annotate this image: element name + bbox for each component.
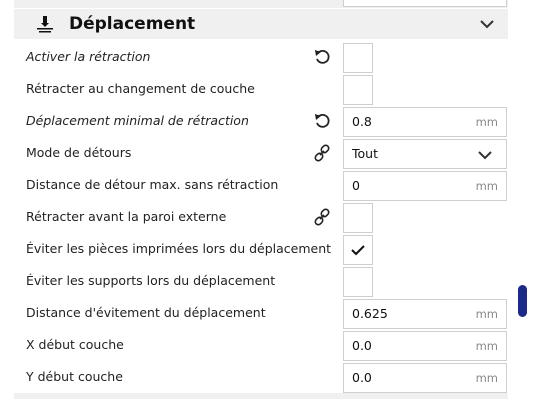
travel-category-icon bbox=[37, 16, 53, 33]
setting-row: X début couche 0.0 mm bbox=[0, 329, 545, 361]
reset-icon[interactable] bbox=[313, 112, 331, 130]
unit-label: mm bbox=[475, 371, 498, 385]
setting-dropdown[interactable]: Tout bbox=[343, 139, 507, 169]
setting-checkbox[interactable] bbox=[343, 75, 373, 105]
setting-number-input[interactable]: 0.0 mm bbox=[343, 363, 507, 393]
unit-label: mm bbox=[475, 307, 498, 321]
setting-row: Éviter les pièces imprimées lors du dépl… bbox=[0, 233, 545, 265]
setting-row: Éviter les supports lors du déplacement bbox=[0, 265, 545, 297]
setting-row: Mode de détours Tout bbox=[0, 137, 545, 169]
setting-value: 0.625 bbox=[352, 306, 388, 321]
setting-row: Distance d'évitement du déplacement 0.625… bbox=[0, 297, 545, 329]
setting-row: Distance de détour max. sans rétraction 0… bbox=[0, 169, 545, 201]
setting-checkbox[interactable] bbox=[343, 235, 373, 265]
previous-input-edge[interactable] bbox=[343, 0, 507, 7]
setting-checkbox[interactable] bbox=[343, 43, 373, 73]
checkmark-icon bbox=[351, 245, 365, 256]
setting-label: Activer la rétraction bbox=[26, 49, 151, 64]
setting-checkbox[interactable] bbox=[343, 267, 373, 297]
setting-value: Tout bbox=[352, 146, 378, 161]
collapse-chevron-icon[interactable] bbox=[479, 18, 495, 30]
link-icon[interactable] bbox=[313, 208, 331, 226]
section-title: Déplacement bbox=[69, 14, 196, 34]
setting-checkbox[interactable] bbox=[343, 203, 373, 233]
setting-value: 0.0 bbox=[352, 338, 372, 353]
setting-value: 0.8 bbox=[352, 114, 372, 129]
setting-number-input[interactable]: 0 mm bbox=[343, 171, 507, 201]
setting-row: Rétracter au changement de couche bbox=[0, 73, 545, 105]
setting-row: Activer la rétraction bbox=[0, 41, 545, 73]
setting-row: Y début couche 0.0 mm bbox=[0, 361, 545, 393]
link-icon[interactable] bbox=[313, 144, 331, 162]
setting-label: X début couche bbox=[26, 337, 124, 352]
setting-number-input[interactable]: 0.8 mm bbox=[343, 107, 507, 137]
setting-label: Distance de détour max. sans rétraction bbox=[26, 177, 279, 192]
setting-label: Distance d'évitement du déplacement bbox=[26, 305, 266, 320]
setting-number-input[interactable]: 0.0 mm bbox=[343, 331, 507, 361]
setting-label: Déplacement minimal de rétraction bbox=[26, 113, 249, 128]
chevron-down-icon bbox=[478, 151, 492, 160]
unit-label: mm bbox=[475, 179, 498, 193]
unit-label: mm bbox=[475, 339, 498, 353]
setting-label: Rétracter au changement de couche bbox=[26, 81, 255, 96]
scrollbar-thumb[interactable] bbox=[518, 285, 527, 317]
reset-icon[interactable] bbox=[313, 48, 331, 66]
setting-label: Rétracter avant la paroi externe bbox=[26, 209, 227, 224]
setting-number-input[interactable]: 0.625 mm bbox=[343, 299, 507, 329]
section-header-travel[interactable]: Déplacement bbox=[14, 9, 508, 39]
next-section-strip bbox=[14, 393, 508, 399]
setting-row: Rétracter avant la paroi externe bbox=[0, 201, 545, 233]
setting-label: Mode de détours bbox=[26, 145, 132, 160]
setting-label: Y début couche bbox=[26, 369, 123, 384]
setting-row: Déplacement minimal de rétraction 0.8 mm bbox=[0, 105, 545, 137]
unit-label: mm bbox=[475, 115, 498, 129]
setting-value: 0 bbox=[352, 178, 360, 193]
setting-value: 0.0 bbox=[352, 370, 372, 385]
setting-label: Éviter les supports lors du déplacement bbox=[26, 273, 276, 288]
setting-label: Éviter les pièces imprimées lors du dépl… bbox=[26, 241, 332, 256]
